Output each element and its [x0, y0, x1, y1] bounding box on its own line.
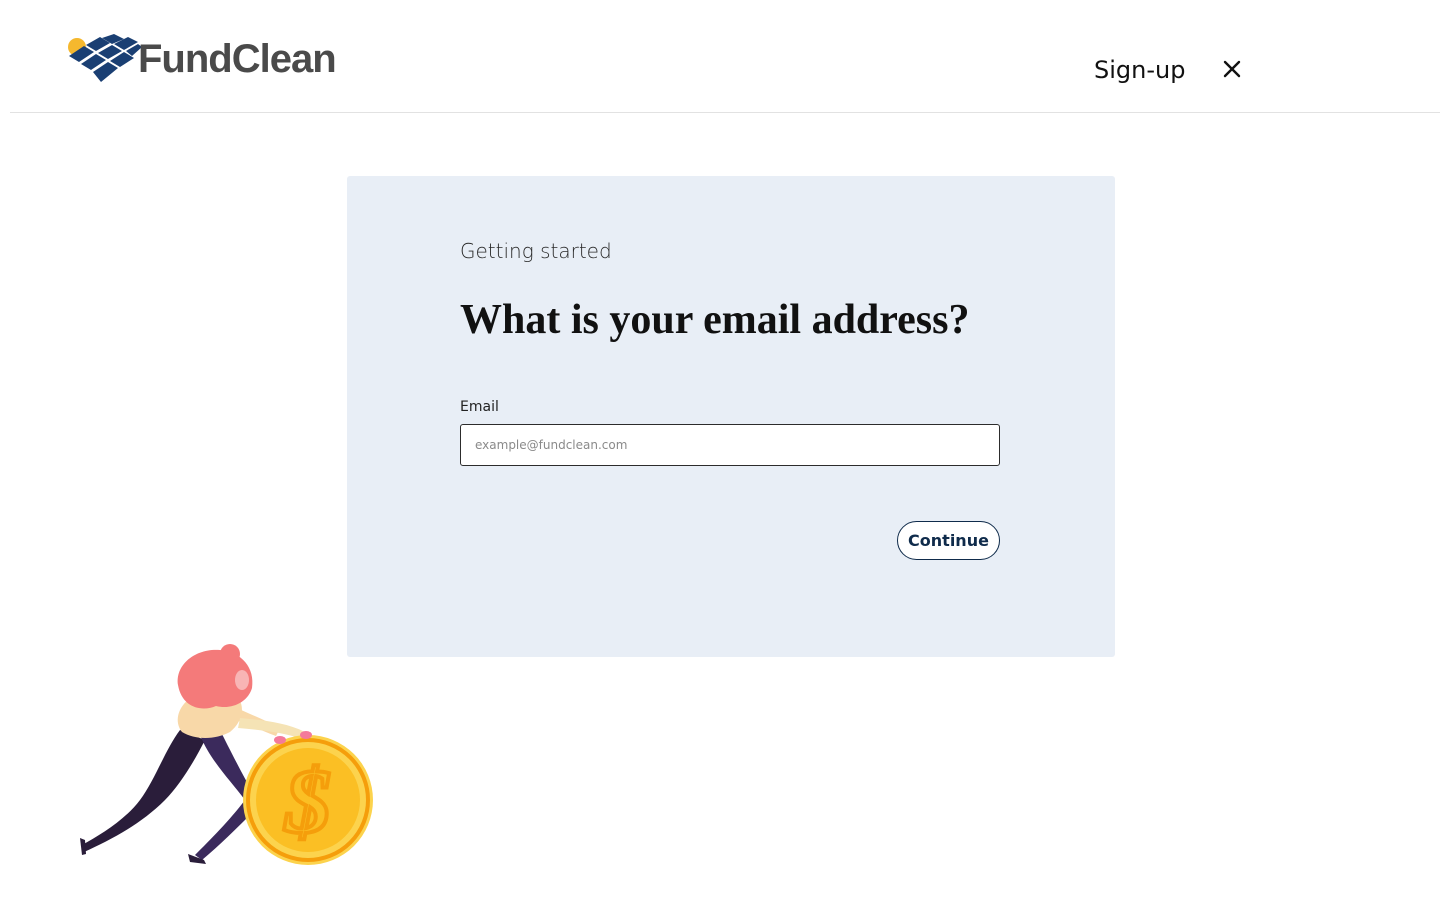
email-label: Email [460, 399, 499, 415]
close-button[interactable] [1218, 55, 1246, 83]
question-heading: What is your email address? [460, 297, 970, 343]
woman-pushing-coin-illustration: $ [80, 644, 373, 865]
site-header: FundClean Sign-up [0, 0, 1440, 112]
signup-card: Getting started What is your email addre… [347, 176, 1115, 657]
continue-button[interactable]: Continue [897, 521, 1000, 560]
close-icon [1223, 60, 1241, 78]
solar-panel-logo-icon [68, 34, 142, 82]
email-field[interactable] [460, 424, 1000, 466]
step-eyebrow: Getting started [460, 239, 612, 263]
brand-name: FundClean [138, 37, 337, 81]
header-divider [10, 112, 1440, 113]
svg-text:$: $ [283, 750, 331, 852]
page-title: Sign-up [1094, 56, 1186, 84]
fundclean-logo[interactable]: FundClean [66, 34, 337, 84]
